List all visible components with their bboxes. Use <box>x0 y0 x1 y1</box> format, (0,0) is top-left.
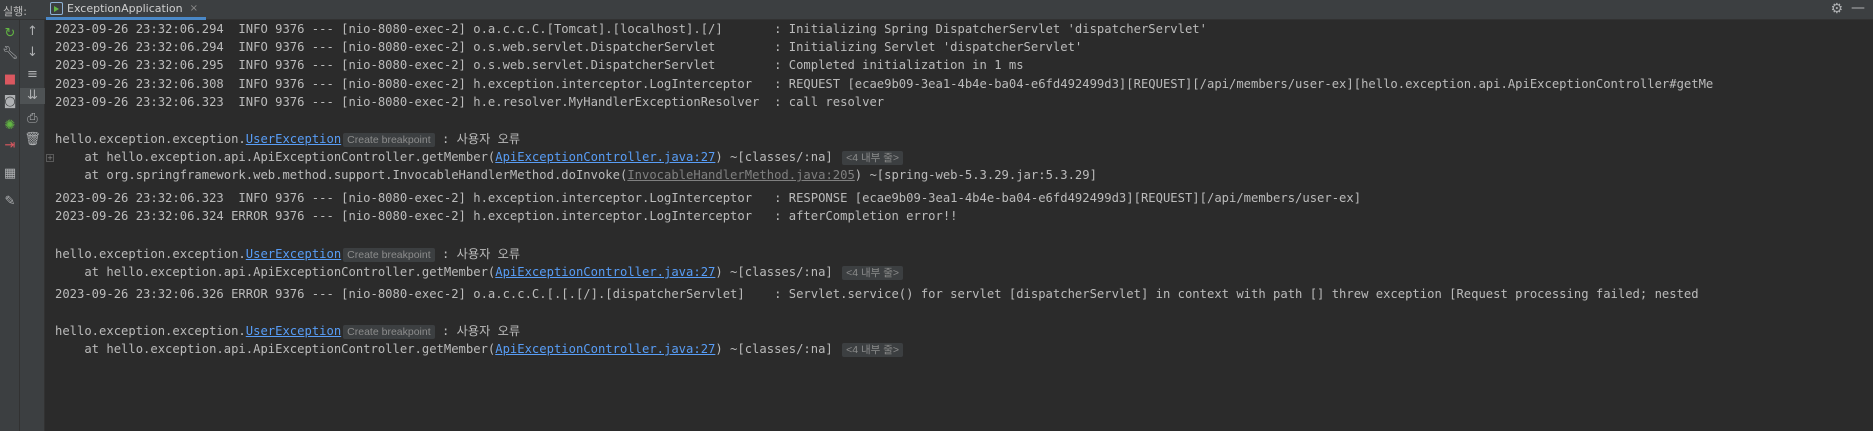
debug-icon[interactable]: ✺ <box>0 118 20 134</box>
trash-icon[interactable]: 🗑︎ <box>20 132 45 148</box>
scroll-to-end-icon[interactable]: ⇊ <box>20 88 45 104</box>
exception-header: hello.exception.exception.UserException C… <box>55 247 521 262</box>
internal-lines-fold[interactable]: <4 내부 줄> <box>842 151 904 165</box>
exception-class-link[interactable]: UserException <box>246 132 341 146</box>
run-label: 실행: <box>3 5 27 18</box>
arrow-down-icon[interactable]: ↓ <box>20 45 45 61</box>
exception-header: hello.exception.exception.UserException C… <box>55 132 521 147</box>
exception-header: hello.exception.exception.UserException C… <box>55 324 521 339</box>
log-line: 2023-09-26 23:32:06.294 INFO 9376 --- [n… <box>55 22 1207 36</box>
tab-label: ExceptionApplication <box>67 2 183 15</box>
gear-icon[interactable]: ⚙ <box>1830 1 1843 17</box>
run-tool-window-header: 실행: ExceptionApplication × ⚙ — <box>0 0 1873 20</box>
close-icon[interactable]: × <box>190 3 198 14</box>
create-breakpoint-button[interactable]: Create breakpoint <box>343 325 435 339</box>
camera-icon[interactable]: ◙ <box>0 94 20 110</box>
create-breakpoint-button[interactable]: Create breakpoint <box>343 133 435 147</box>
stop-icon[interactable]: ■ <box>0 72 20 88</box>
log-line: 2023-09-26 23:32:06.324 ERROR 9376 --- [… <box>55 209 958 223</box>
pin-icon[interactable]: ✎ <box>0 194 20 210</box>
soft-wrap-icon[interactable]: ≡ <box>20 67 45 83</box>
log-line: 2023-09-26 23:32:06.323 INFO 9376 --- [n… <box>55 95 885 109</box>
source-link[interactable]: ApiExceptionController.java:27 <box>495 265 715 279</box>
print-icon[interactable]: ⎙ <box>20 111 45 127</box>
fold-icon[interactable]: + <box>46 154 54 162</box>
tab-exception-application[interactable]: ExceptionApplication × <box>46 0 206 20</box>
exception-class-link[interactable]: UserException <box>246 324 341 338</box>
stack-trace-line: at hello.exception.api.ApiExceptionContr… <box>55 149 904 165</box>
stack-trace-line: at hello.exception.api.ApiExceptionContr… <box>55 341 904 357</box>
run-toolbar: ↻ 🔧︎ ■ ◙ ✺ ⇥ ▦ ✎ <box>0 20 20 431</box>
source-link[interactable]: ApiExceptionController.java:27 <box>495 342 715 356</box>
log-line: 2023-09-26 23:32:06.326 ERROR 9376 --- [… <box>55 287 1699 301</box>
log-line: 2023-09-26 23:32:06.308 INFO 9376 --- [n… <box>55 77 1714 91</box>
exception-class-link[interactable]: UserException <box>246 247 341 261</box>
exit-icon[interactable]: ⇥ <box>0 138 20 154</box>
settings-wrench-icon[interactable]: 🔧︎ <box>0 46 20 62</box>
layout-icon[interactable]: ▦ <box>0 166 20 182</box>
source-link[interactable]: InvocableHandlerMethod.java:205 <box>627 168 854 182</box>
stack-trace-line: at org.springframework.web.method.suppor… <box>55 168 1097 182</box>
minimize-icon[interactable]: — <box>1851 0 1865 16</box>
create-breakpoint-button[interactable]: Create breakpoint <box>343 248 435 262</box>
log-line: 2023-09-26 23:32:06.295 INFO 9376 --- [n… <box>55 58 1024 72</box>
internal-lines-fold[interactable]: <4 내부 줄> <box>842 343 904 357</box>
log-line: 2023-09-26 23:32:06.323 INFO 9376 --- [n… <box>55 191 1362 205</box>
stack-trace-line: at hello.exception.api.ApiExceptionContr… <box>55 264 904 280</box>
log-line: 2023-09-26 23:32:06.294 INFO 9376 --- [n… <box>55 40 1083 54</box>
rerun-icon[interactable]: ↻ <box>0 26 20 42</box>
vertical-scrollbar[interactable] <box>1865 20 1873 431</box>
console-toolbar: ↑ ↓ ≡ ⇊ ⎙ 🗑︎ <box>20 20 45 431</box>
console-output[interactable]: 2023-09-26 23:32:06.294 INFO 9376 --- [n… <box>46 20 1873 431</box>
source-link[interactable]: ApiExceptionController.java:27 <box>495 150 715 164</box>
application-run-icon <box>50 2 63 15</box>
arrow-up-icon[interactable]: ↑ <box>20 24 45 40</box>
internal-lines-fold[interactable]: <4 내부 줄> <box>842 266 904 280</box>
